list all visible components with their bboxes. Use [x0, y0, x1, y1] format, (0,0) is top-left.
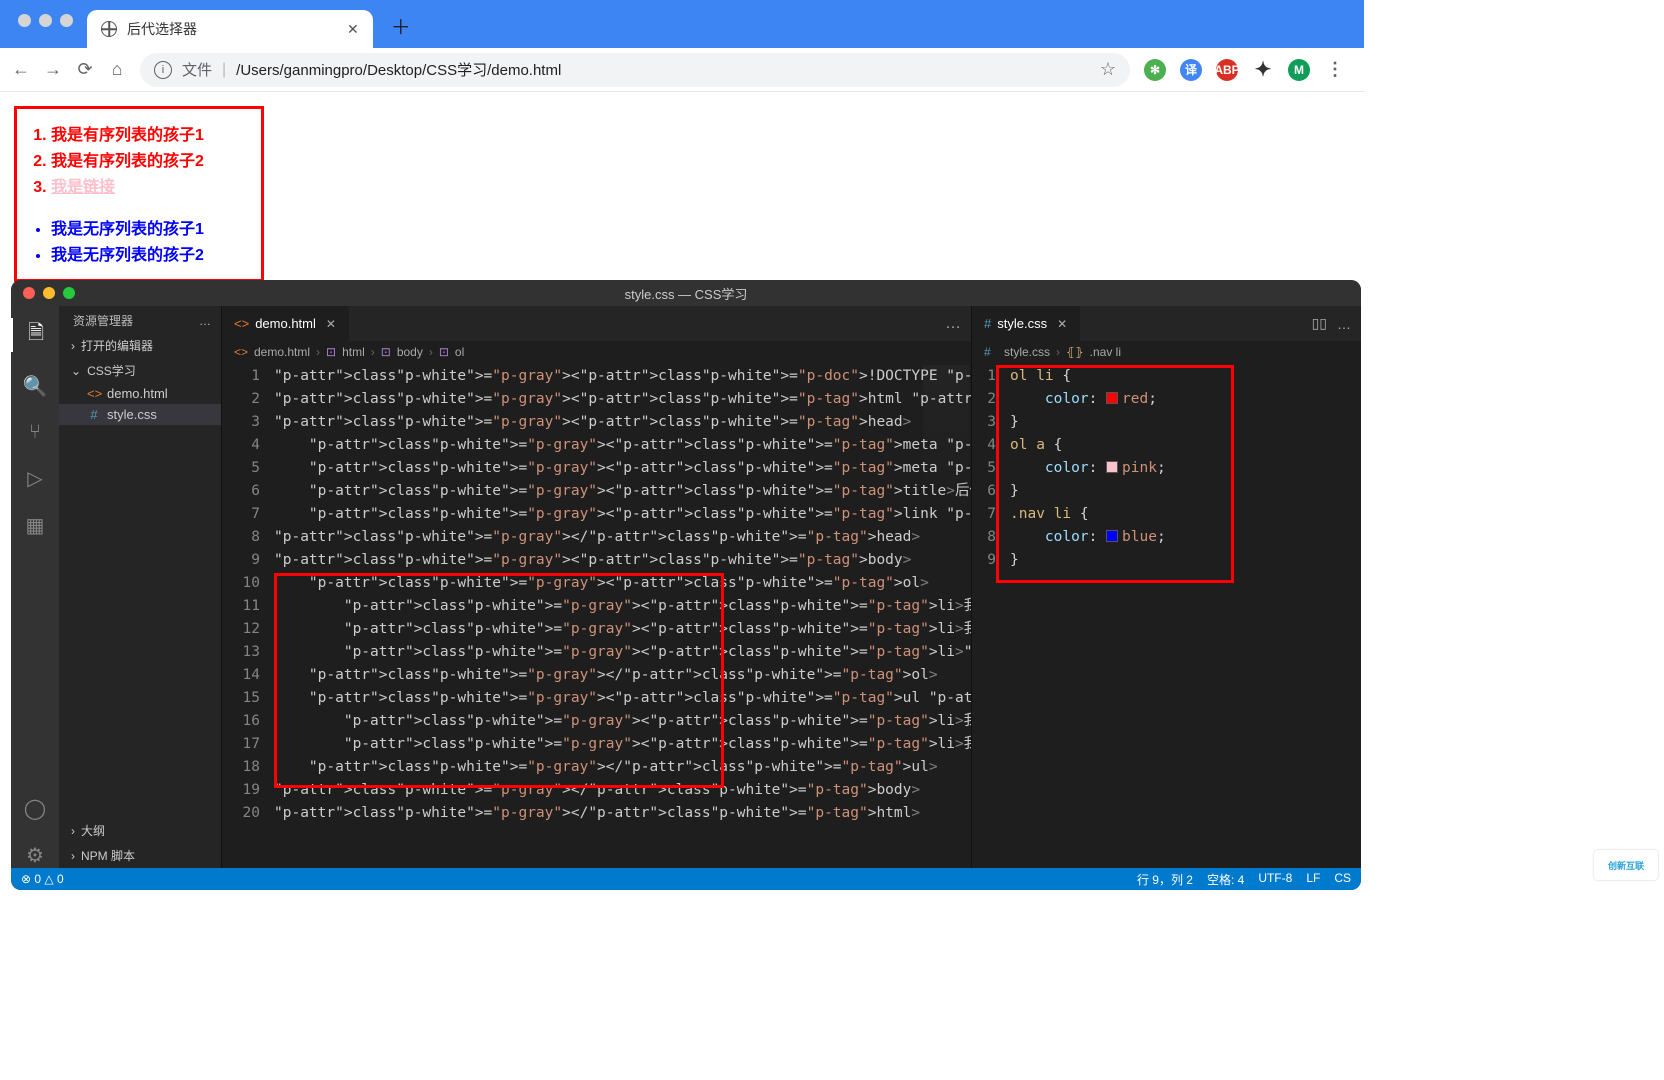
editor-group-right: # style.css ✕ ▯▯ … # style.css› ⦃⦄ .nav … [971, 306, 1361, 868]
translate-extension-icon[interactable]: 译 [1180, 59, 1202, 81]
brackets-icon: ⊡ [381, 345, 391, 359]
section-outline[interactable]: 大纲 [59, 818, 221, 843]
code-editor-html[interactable]: 1234567891011121314151617181920 "p-attr"… [222, 363, 971, 868]
demo-output-box: 我是有序列表的孩子1 我是有序列表的孩子2 我是链接 我是无序列表的孩子1 我是… [14, 106, 264, 282]
css-file-icon: # [984, 316, 991, 331]
status-language[interactable]: CS [1334, 871, 1351, 888]
vscode-window-title: style.css — CSS学习 [625, 284, 748, 303]
window-traffic-lights[interactable] [12, 0, 81, 27]
html-file-icon: <> [87, 386, 101, 401]
toolbar-extensions: ✻ 译 ABP ✦ M ⋮ [1144, 59, 1352, 81]
css-rule-icon: ⦃⦄ [1066, 345, 1084, 359]
extension-icon[interactable]: ✻ [1144, 59, 1166, 81]
activity-bar: 🗎 🔍 ⑂ ▷ ▦ ◯ ⚙ [11, 306, 59, 868]
tab-title: 后代选择器 [127, 19, 197, 39]
address-bar[interactable]: i 文件 | /Users/ganmingpro/Desktop/CSS学习/d… [140, 53, 1130, 87]
reload-button[interactable]: ⟳ [76, 59, 94, 80]
section-npm[interactable]: NPM 脚本 [59, 843, 221, 868]
html-file-icon: <> [234, 316, 249, 331]
status-eol[interactable]: LF [1306, 871, 1320, 888]
ordered-list: 我是有序列表的孩子1 我是有序列表的孩子2 我是链接 [51, 121, 253, 197]
extensions-icon[interactable]: ▦ [26, 513, 45, 538]
watermark-logo: 创新互联 [1594, 850, 1658, 880]
extensions-menu-icon[interactable]: ✦ [1252, 59, 1274, 81]
maximize-window-icon[interactable] [63, 287, 75, 299]
brackets-icon: ⊡ [439, 345, 449, 359]
file-item-demo[interactable]: <>demo.html [59, 383, 221, 404]
browser-toolbar: ← → ⟳ ⌂ i 文件 | /Users/ganmingpro/Desktop… [0, 48, 1364, 92]
site-info-icon[interactable]: i [154, 61, 172, 79]
section-open-editors[interactable]: 打开的编辑器 [59, 333, 221, 358]
editor-tabs: # style.css ✕ ▯▯ … [972, 306, 1361, 341]
url-scheme-label: 文件 [182, 59, 212, 80]
minimize-window-icon[interactable] [43, 287, 55, 299]
status-problems[interactable]: ⊗ 0 △ 0 [21, 872, 64, 886]
status-encoding[interactable]: UTF-8 [1258, 871, 1292, 888]
split-editor-icon[interactable]: ▯▯ [1312, 315, 1327, 332]
back-button[interactable]: ← [12, 59, 30, 80]
editor-more-icon[interactable]: … [935, 306, 971, 341]
vscode-window: style.css — CSS学习 🗎 🔍 ⑂ ▷ ▦ ◯ ⚙ 资源管理器 … … [11, 280, 1361, 890]
editor-group-left: <> demo.html ✕ … <> demo.html› ⊡html› ⊡b… [221, 306, 971, 868]
status-bar[interactable]: ⊗ 0 △ 0 行 9，列 2 空格: 4 UTF-8 LF CS [11, 868, 1361, 890]
explorer-title: 资源管理器 [73, 312, 133, 329]
css-file-icon: # [87, 407, 101, 422]
code-editor-css[interactable]: 123456789 ol li { color: red;}ol a { col… [972, 363, 1361, 868]
explorer-icon[interactable]: 🗎 [11, 318, 59, 352]
home-button[interactable]: ⌂ [108, 59, 126, 80]
browser-window: 后代选择器 ✕ ＋ ← → ⟳ ⌂ i 文件 | /Users/ganmingp… [0, 0, 1364, 296]
editor-tabs: <> demo.html ✕ … [222, 306, 971, 341]
file-item-style[interactable]: #style.css [59, 404, 221, 425]
close-tab-icon[interactable]: ✕ [1057, 317, 1067, 331]
bookmark-star-icon[interactable]: ☆ [1100, 59, 1116, 80]
close-tab-icon[interactable]: ✕ [347, 21, 359, 38]
list-item: 我是无序列表的孩子1 [51, 215, 253, 239]
more-actions-icon[interactable]: … [199, 314, 211, 328]
status-cursor-pos[interactable]: 行 9，列 2 [1137, 871, 1193, 888]
list-item: 我是无序列表的孩子2 [51, 241, 253, 265]
profile-avatar[interactable]: M [1288, 59, 1310, 81]
tab-demo-html[interactable]: <> demo.html ✕ [222, 306, 349, 341]
search-icon[interactable]: 🔍 [23, 374, 48, 399]
status-indent[interactable]: 空格: 4 [1207, 871, 1244, 888]
adblock-extension-icon[interactable]: ABP [1216, 59, 1238, 81]
new-tab-button[interactable]: ＋ [373, 11, 425, 48]
close-window-icon[interactable] [23, 287, 35, 299]
list-item: 我是有序列表的孩子1 [51, 121, 253, 145]
url-path: /Users/ganmingpro/Desktop/CSS学习/demo.htm… [236, 59, 561, 80]
account-icon[interactable]: ◯ [24, 796, 46, 821]
editor-more-icon[interactable]: … [1337, 316, 1351, 332]
sidebar-explorer: 资源管理器 … 打开的编辑器 CSS学习 <>demo.html #style.… [59, 306, 221, 868]
list-item: 我是有序列表的孩子2 [51, 147, 253, 171]
list-item: 我是链接 [51, 173, 253, 197]
run-debug-icon[interactable]: ▷ [27, 466, 42, 491]
tab-style-css[interactable]: # style.css ✕ [972, 306, 1080, 341]
forward-button[interactable]: → [44, 59, 62, 80]
source-control-icon[interactable]: ⑂ [29, 421, 41, 444]
brackets-icon: ⊡ [326, 345, 336, 359]
page-viewport: 我是有序列表的孩子1 我是有序列表的孩子2 我是链接 我是无序列表的孩子1 我是… [0, 92, 1364, 296]
chrome-menu-icon[interactable]: ⋮ [1324, 59, 1346, 81]
settings-gear-icon[interactable]: ⚙ [26, 843, 44, 868]
close-tab-icon[interactable]: ✕ [326, 317, 336, 331]
demo-link[interactable]: 我是链接 [51, 179, 115, 196]
breadcrumb[interactable]: <> demo.html› ⊡html› ⊡body› ⊡ol [222, 341, 971, 363]
browser-tabstrip: 后代选择器 ✕ ＋ [0, 0, 1364, 48]
section-project[interactable]: CSS学习 [59, 358, 221, 383]
html-file-icon: <> [234, 345, 248, 359]
css-file-icon: # [984, 345, 998, 359]
breadcrumb[interactable]: # style.css› ⦃⦄ .nav li [972, 341, 1361, 363]
vscode-titlebar[interactable]: style.css — CSS学习 [11, 280, 1361, 306]
unordered-list: 我是无序列表的孩子1 我是无序列表的孩子2 [51, 215, 253, 265]
browser-tab[interactable]: 后代选择器 ✕ [87, 10, 373, 48]
globe-icon [101, 21, 117, 37]
